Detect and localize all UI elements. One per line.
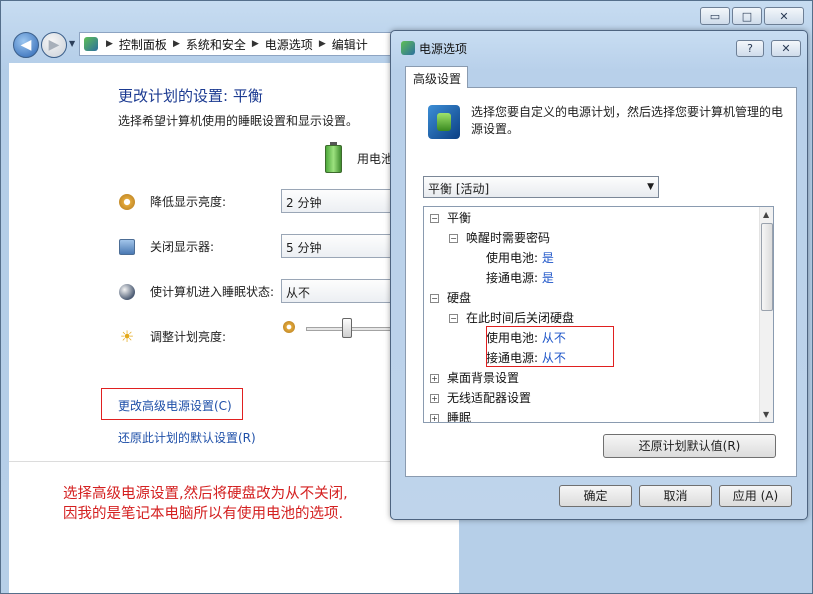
recent-pages-dropdown-icon[interactable]: ▼: [69, 39, 75, 48]
back-button[interactable]: ◀: [13, 32, 39, 58]
setting-row-brightness: ☀ 调整计划亮度:: [119, 328, 226, 345]
setting-value[interactable]: 是: [542, 271, 554, 285]
monitor-icon: [119, 238, 135, 255]
restore-defaults-link[interactable]: 还原此计划的默认设置(R): [118, 429, 256, 446]
control-panel-icon: [84, 37, 98, 51]
power-plan-select[interactable]: 平衡 [活动] ▼: [423, 176, 659, 198]
setting-row-sleep: 使计算机进入睡眠状态:: [119, 283, 274, 300]
setting-label: 降低显示亮度:: [150, 195, 227, 209]
back-arrow-icon: ◀: [20, 37, 32, 53]
breadcrumb-separator-icon: ▶: [106, 39, 113, 49]
breadcrumb-separator-icon: ▶: [172, 39, 180, 49]
collapse-icon[interactable]: −: [430, 214, 439, 223]
setting-row-turn-off-display: 关闭显示器:: [119, 238, 214, 255]
scroll-down-icon[interactable]: ▼: [763, 410, 769, 419]
minimize-button[interactable]: ▭: [700, 7, 730, 25]
power-options-icon: [401, 41, 415, 55]
battery-column-label: 用电池: [357, 152, 394, 166]
breadcrumb-item[interactable]: 电源选项: [265, 36, 313, 53]
page-title: 更改计划的设置: 平衡: [118, 87, 263, 105]
battery-icon: [325, 142, 342, 173]
setting-value[interactable]: 是: [542, 251, 554, 265]
scroll-up-icon[interactable]: ▲: [763, 210, 769, 219]
window-controls: ▭ □ ✕: [700, 7, 804, 25]
breadcrumb-separator-icon: ▶: [318, 39, 326, 49]
tab-panel: 选择您要自定义的电源计划，然后选择您要计算机管理的电源设置。 平衡 [活动] ▼…: [405, 87, 797, 477]
tree-leaf-wake-plugged[interactable]: 接通电源: 是: [486, 269, 554, 286]
breadcrumb-separator-icon: ▶: [251, 39, 259, 49]
collapse-icon[interactable]: −: [430, 294, 439, 303]
expand-icon[interactable]: +: [430, 414, 439, 422]
low-brightness-icon: [283, 321, 295, 333]
tree-node-plan[interactable]: − 平衡: [430, 209, 471, 226]
close-button[interactable]: ✕: [764, 7, 804, 25]
annotation-note-line: 因我的是笔记本电脑所以有使用电池的选项.: [63, 506, 344, 522]
apply-button[interactable]: 应用 (A): [719, 485, 792, 507]
tab-advanced-settings[interactable]: 高级设置: [405, 66, 468, 88]
sun-brightness-icon: ☀: [119, 326, 135, 346]
dialog-description: 选择您要自定义的电源计划，然后选择您要计算机管理的电源设置。: [471, 105, 784, 136]
advanced-settings-link[interactable]: 更改高级电源设置(C): [118, 397, 232, 414]
setting-label: 关闭显示器:: [150, 240, 215, 254]
dim-brightness-icon: [119, 193, 135, 210]
maximize-button[interactable]: □: [732, 7, 762, 25]
expand-icon[interactable]: +: [430, 374, 439, 383]
expand-icon[interactable]: +: [430, 394, 439, 403]
collapse-icon[interactable]: −: [449, 314, 458, 323]
forward-arrow-icon: ▶: [48, 37, 60, 53]
breadcrumb-item[interactable]: 系统和安全: [186, 36, 246, 53]
tree-node-desktop-background[interactable]: + 桌面背景设置: [430, 369, 519, 386]
tree-node-wake-password[interactable]: − 唤醒时需要密码: [449, 229, 550, 246]
brightness-slider-thumb[interactable]: [341, 318, 352, 338]
power-plug-icon: [428, 105, 460, 139]
dialog-close-button[interactable]: ✕: [771, 40, 801, 57]
cancel-button[interactable]: 取消: [639, 485, 712, 507]
power-options-dialog: 电源选项 ? ✕ 高级设置 选择您要自定义的电源计划，然后选择您要计算机管理的电…: [390, 30, 808, 520]
tree-node-hard-disk[interactable]: − 硬盘: [430, 289, 471, 306]
sleep-moon-icon: [119, 283, 135, 300]
setting-label: 使计算机进入睡眠状态:: [150, 285, 275, 299]
tree-node-wireless[interactable]: + 无线适配器设置: [430, 389, 531, 406]
tree-node-disk-off[interactable]: − 在此时间后关闭硬盘: [449, 309, 574, 326]
scrollbar-thumb[interactable]: [761, 223, 773, 311]
breadcrumb-item[interactable]: 控制面板: [119, 36, 167, 53]
restore-plan-defaults-button[interactable]: 还原计划默认值(R): [603, 434, 776, 458]
tree-node-sleep[interactable]: + 睡眠: [430, 409, 471, 422]
chevron-down-icon: ▼: [647, 182, 654, 192]
setting-label: 调整计划亮度:: [150, 330, 227, 344]
tree-scrollbar[interactable]: ▲ ▼: [759, 207, 773, 422]
annotation-note-line: 选择高级电源设置,然后将硬盘改为从不关闭,: [63, 486, 348, 502]
page-subtitle: 选择希望计算机使用的睡眠设置和显示设置。: [118, 114, 359, 128]
power-plan-value: 平衡 [活动]: [428, 182, 490, 196]
settings-tree: − 平衡 − 唤醒时需要密码 使用电池: 是 接通电源: 是 − 硬盘 − 在此时间后关…: [423, 206, 774, 423]
highlight-box: [486, 326, 614, 367]
dialog-title: 电源选项: [419, 42, 468, 56]
breadcrumb-item[interactable]: 编辑计: [332, 36, 368, 53]
forward-button[interactable]: ▶: [41, 32, 67, 58]
tree-leaf-wake-battery[interactable]: 使用电池: 是: [486, 249, 554, 266]
setting-row-dim-display: 降低显示亮度:: [119, 193, 226, 210]
ok-button[interactable]: 确定: [559, 485, 632, 507]
control-panel-window: ▭ □ ✕ ◀ ▶ ▼ ▶ 控制面板 ▶ 系统和安全 ▶ 电源选项 ▶ 编辑计 …: [0, 0, 813, 594]
help-button[interactable]: ?: [736, 40, 764, 57]
collapse-icon[interactable]: −: [449, 234, 458, 243]
